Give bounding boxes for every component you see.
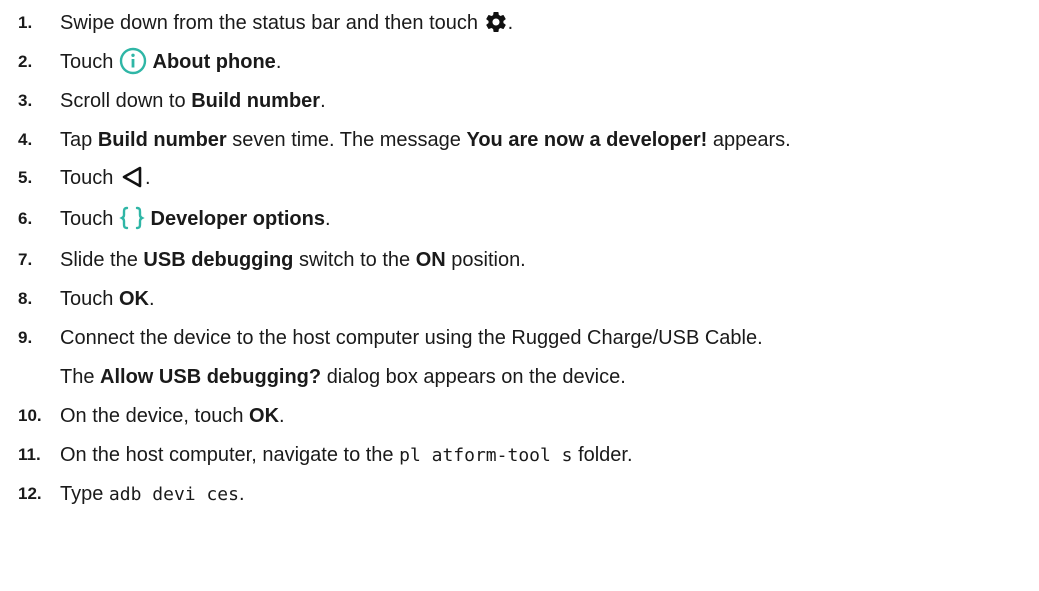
step-number: 4. (18, 130, 33, 149)
step-text-part: position. (451, 249, 526, 271)
step-text: Tap Build number seven time. The message… (60, 120, 791, 160)
step-text-part: Touch (60, 288, 114, 310)
step-3: 3. Scroll down to Build number. (0, 81, 1039, 121)
gear-icon (484, 10, 508, 34)
step-4: 4. Tap Build number seven time. The mess… (0, 120, 1039, 160)
step-text-part: Slide the (60, 249, 138, 271)
step-text-part: . (238, 483, 245, 505)
step-11: 11. On the host computer, navigate to th… (0, 435, 1039, 475)
step-text-part: switch to the (298, 249, 411, 271)
step-number: 1. (18, 13, 33, 32)
step-text: Touch OK. (60, 279, 155, 319)
step-6: 6. Touch Developer options. (0, 199, 1039, 239)
step-number: 3. (18, 91, 33, 110)
step-text-part: dialog box appears on the device. (326, 366, 626, 388)
step-8: 8. Touch OK. (0, 279, 1039, 319)
step-text-part: Type (60, 483, 104, 505)
step-text-part: Tap (60, 129, 93, 151)
step-10: 10. On the device, touch OK. (0, 396, 1039, 436)
step-2: 2. Touch About phone. (0, 42, 1039, 82)
step-text-part: folder. (578, 444, 633, 466)
developer-message: You are now a developer! (466, 129, 708, 151)
step-number: 2. (18, 52, 33, 71)
step-text: On the device, touch OK. (60, 396, 285, 436)
step-9-continuation: The Allow USB debugging? dialog box appe… (0, 357, 1039, 397)
step-number: 7. (18, 250, 33, 269)
step-text: Type adb devi ces. (60, 474, 245, 515)
back-triangle-icon (119, 164, 145, 190)
step-text-part: appears. (712, 129, 791, 151)
step-1: 1. Swipe down from the status bar and th… (0, 3, 1039, 43)
step-text: Connect the device to the host computer … (60, 327, 763, 349)
step-number: 12. (18, 484, 42, 503)
step-number: 11. (18, 445, 41, 464)
step-number: 6. (18, 209, 33, 228)
step-number: 8. (18, 289, 33, 308)
step-number: 5. (18, 168, 33, 187)
step-text: Slide the USB debugging switch to the ON… (60, 240, 526, 280)
step-text: Swipe down from the status bar and then … (60, 3, 513, 43)
developer-options-label: Developer options (150, 208, 325, 230)
step-text-part: . (279, 405, 285, 427)
step-text: Touch About phone. (60, 42, 281, 82)
step-text-part: . (148, 288, 155, 310)
build-number-label: Build number (97, 129, 227, 151)
step-text: Touch . (60, 158, 151, 198)
step-text-part: . (275, 51, 282, 73)
platform-tools-folder: pl atform-tool s (399, 445, 573, 466)
step-text-part: seven time. The message (232, 129, 461, 151)
step-text-part: Touch (60, 208, 114, 230)
step-text-part: . (507, 12, 514, 34)
ok-label: OK (118, 288, 149, 310)
ok-label: OK (249, 405, 280, 427)
step-number: 10. (18, 406, 42, 425)
step-text: The Allow USB debugging? dialog box appe… (60, 357, 626, 397)
step-text-part: Touch (60, 51, 114, 73)
step-5: 5. Touch . (0, 158, 1039, 198)
step-text-part: . (324, 208, 331, 230)
usb-debugging-label: USB debugging (143, 249, 294, 271)
allow-usb-debugging-label: Allow USB debugging? (100, 366, 322, 388)
step-number: 9. (18, 328, 33, 347)
step-text-part: On the host computer, navigate to the (60, 444, 394, 466)
step-9: 9. Connect the device to the host comput… (0, 318, 1039, 358)
step-text-part: Touch (60, 167, 114, 189)
adb-devices-command: adb devi ces (108, 484, 239, 505)
step-12: 12. Type adb devi ces. (0, 474, 1039, 514)
step-text: Touch Developer options. (60, 199, 331, 239)
step-text-part: . (144, 167, 151, 189)
step-text-part: . (320, 90, 326, 112)
build-number-label: Build number (191, 90, 321, 112)
step-text: On the host computer, navigate to the pl… (60, 435, 633, 476)
step-text: Scroll down to Build number. (60, 81, 326, 121)
step-text-part: Swipe down from the status bar and then … (60, 12, 479, 34)
info-icon (119, 47, 147, 75)
about-phone-label: About phone (152, 51, 276, 73)
braces-icon (119, 205, 145, 231)
step-text-part: Scroll down to (60, 90, 186, 112)
step-text-part: The (60, 366, 95, 388)
on-label: ON (415, 249, 446, 271)
step-7: 7. Slide the USB debugging switch to the… (0, 240, 1039, 280)
step-text-part: On the device, touch (60, 405, 244, 427)
